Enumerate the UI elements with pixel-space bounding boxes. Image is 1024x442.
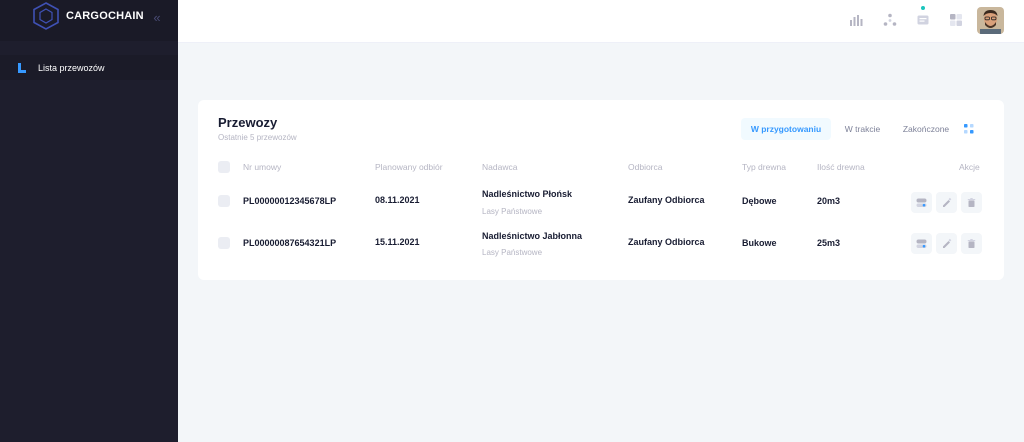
sender-org: Lasy Państwowe xyxy=(482,207,543,216)
delete-button[interactable] xyxy=(961,192,982,213)
tab-zakonczone[interactable]: Zakończone xyxy=(895,118,957,140)
top-header xyxy=(178,0,1024,43)
pickup-date: 15.11.2021 xyxy=(375,237,420,247)
grid-icon[interactable] xyxy=(949,13,963,27)
pencil-icon xyxy=(943,197,952,207)
column-header-nr-umowy: Nr umowy xyxy=(243,162,282,172)
sender-org: Lasy Państwowe xyxy=(482,248,543,257)
card-subtitle: Ostatnie 5 przewozów xyxy=(218,133,297,142)
chat-icon[interactable] xyxy=(916,13,930,27)
wood-amount: 20m3 xyxy=(817,196,841,206)
app-name: CARGOCHAIN xyxy=(66,10,144,22)
notification-dot xyxy=(921,6,925,10)
column-header-typ-drewna: Typ drewna xyxy=(742,162,786,172)
tab-w-przygotowaniu[interactable]: W przygotowaniu xyxy=(741,118,831,140)
edit-button[interactable] xyxy=(936,192,957,213)
wood-type: Dębowe xyxy=(742,196,777,206)
bar-chart-icon[interactable] xyxy=(849,13,863,27)
logo-icon xyxy=(33,2,59,30)
apps-icon[interactable] xyxy=(964,124,974,134)
column-header-planowany-odbior: Planowany odbiór xyxy=(375,162,443,172)
toggle-button[interactable] xyxy=(911,192,932,213)
sidebar: CARGOCHAIN « Lista przewozów xyxy=(0,0,178,442)
recipient-name: Zaufany Odbiorca xyxy=(628,195,705,205)
list-icon xyxy=(18,62,28,73)
recipient-name: Zaufany Odbiorca xyxy=(628,237,705,247)
shipments-card: Przewozy Ostatnie 5 przewozów W przygoto… xyxy=(198,100,1004,280)
network-icon[interactable] xyxy=(883,13,897,27)
toggle-icon xyxy=(916,239,927,248)
sidebar-brand: CARGOCHAIN « xyxy=(0,0,178,41)
pencil-icon xyxy=(943,238,952,248)
delete-button[interactable] xyxy=(961,233,982,254)
trash-icon xyxy=(967,239,976,248)
avatar[interactable] xyxy=(977,7,1004,34)
row-checkbox[interactable] xyxy=(218,237,230,249)
column-header-ilosc-drewna: Ilość drewna xyxy=(817,162,865,172)
contract-number: PL00000087654321LP xyxy=(243,238,337,248)
card-title: Przewozy xyxy=(218,115,278,130)
wood-type: Bukowe xyxy=(742,238,777,248)
edit-button[interactable] xyxy=(936,233,957,254)
tab-w-trakcie[interactable]: W trakcie xyxy=(835,118,890,140)
double-chevron-left-icon[interactable]: « xyxy=(150,11,164,25)
wood-amount: 25m3 xyxy=(817,238,841,248)
contract-number: PL00000012345678LP xyxy=(243,196,337,206)
sidebar-item-lista-przewozow[interactable]: Lista przewozów xyxy=(0,55,178,80)
row-checkbox[interactable] xyxy=(218,195,230,207)
trash-icon xyxy=(967,198,976,207)
sidebar-item-label: Lista przewozów xyxy=(38,62,105,73)
column-header-odbiorca: Odbiorca xyxy=(628,162,663,172)
column-header-nadawca: Nadawca xyxy=(482,162,518,172)
toggle-icon xyxy=(916,198,927,207)
pickup-date: 08.11.2021 xyxy=(375,195,420,205)
sender-name: Nadleśnictwo Płońsk xyxy=(482,189,573,199)
select-all-checkbox[interactable] xyxy=(218,161,230,173)
sender-name: Nadleśnictwo Jabłonna xyxy=(482,231,583,241)
column-header-akcje: Akcje xyxy=(959,162,980,172)
toggle-button[interactable] xyxy=(911,233,932,254)
